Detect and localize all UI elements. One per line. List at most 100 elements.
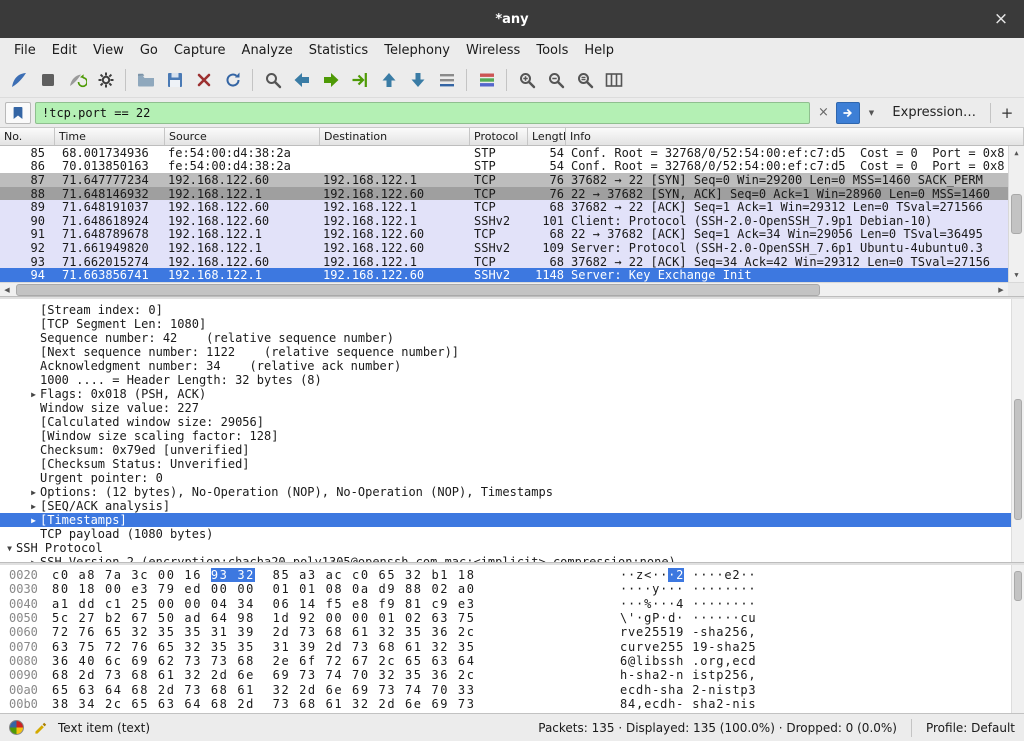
hscroll-thumb[interactable]	[16, 284, 820, 296]
menu-capture[interactable]: Capture	[166, 40, 234, 61]
menu-telephony[interactable]: Telephony	[376, 40, 458, 61]
detail-line[interactable]: [Next sequence number: 1122 (relative se…	[0, 345, 1024, 359]
packet-list-hscrollbar[interactable]: ◀ ▶	[0, 282, 1024, 296]
hex-bytes[interactable]: a1 dd c1 25 00 00 04 34 06 14 f5 e8 f9 8…	[52, 597, 492, 611]
detail-line-flags[interactable]: Flags: 0x018 (PSH, ACK)	[0, 387, 1024, 401]
go-to-packet-button[interactable]	[345, 65, 374, 94]
detail-line[interactable]: [Calculated window size: 29056]	[0, 415, 1024, 429]
detail-line[interactable]: 1000 .... = Header Length: 32 bytes (8)	[0, 373, 1024, 387]
detail-line[interactable]: Window size value: 227	[0, 401, 1024, 415]
hex-ascii[interactable]: h-sha2-n istp256,	[620, 668, 756, 682]
hex-ascii[interactable]: 84,ecdh- sha2-nis	[620, 697, 756, 711]
hex-bytes[interactable]: 63 75 72 76 65 32 35 35 31 39 2d 73 68 6…	[52, 640, 492, 654]
detail-line-ssh-protocol[interactable]: SSH Protocol	[0, 541, 1024, 555]
hex-row[interactable]: 0040a1 dd c1 25 00 00 04 34 06 14 f5 e8 …	[0, 597, 1024, 611]
expression-button[interactable]: Expression…	[882, 105, 986, 120]
packet-row-85[interactable]: 8568.001734936fe:54:00:d4:38:2aSTP54Conf…	[0, 146, 1008, 160]
hex-bytes[interactable]: 5c 27 b2 67 50 ad 64 98 1d 92 00 00 01 0…	[52, 611, 492, 625]
scroll-down-arrow-icon[interactable]: ▼	[1009, 268, 1024, 282]
packet-row-94-selected[interactable]: 9471.663856741192.168.122.1192.168.122.6…	[0, 268, 1008, 282]
packet-row-92[interactable]: 9271.661949820192.168.122.1192.168.122.6…	[0, 241, 1008, 255]
hex-row[interactable]: 00505c 27 b2 67 50 ad 64 98 1d 92 00 00 …	[0, 611, 1024, 625]
go-last-packet-button[interactable]	[403, 65, 432, 94]
open-file-button[interactable]	[131, 65, 160, 94]
colorize-button[interactable]	[472, 65, 501, 94]
col-header-source[interactable]: Source	[165, 128, 320, 145]
packet-list-vscrollbar[interactable]: ▲ ▼	[1008, 146, 1024, 282]
detail-line[interactable]: Sequence number: 42 (relative sequence n…	[0, 331, 1024, 345]
col-header-protocol[interactable]: Protocol	[470, 128, 528, 145]
hex-bytes[interactable]: 36 40 6c 69 62 73 73 68 2e 6f 72 67 2c 6…	[52, 654, 492, 668]
start-capture-button[interactable]	[4, 65, 33, 94]
collapsed-arrow-icon[interactable]	[27, 502, 40, 511]
col-header-length[interactable]: Length	[528, 128, 566, 145]
detail-line-options[interactable]: Options: (12 bytes), No-Operation (NOP),…	[0, 485, 1024, 499]
capture-options-button[interactable]	[91, 65, 120, 94]
detail-line[interactable]: [TCP Segment Len: 1080]	[0, 317, 1024, 331]
vscroll-thumb[interactable]	[1011, 194, 1022, 234]
display-filter-input[interactable]	[35, 102, 810, 124]
col-header-no[interactable]: No.	[0, 128, 55, 145]
hex-row[interactable]: 00b038 34 2c 65 63 64 68 2d 73 68 61 32 …	[0, 697, 1024, 711]
hex-ascii[interactable]: ··z<···2 ····e2··	[620, 568, 756, 582]
title-bar[interactable]: *any ×	[0, 0, 1024, 38]
expanded-arrow-icon[interactable]	[3, 544, 16, 553]
hex-bytes[interactable]: 80 18 00 e3 79 ed 00 00 01 01 08 0a d9 8…	[52, 582, 492, 596]
hex-bytes[interactable]: c0 a8 7a 3c 00 16 93 32 85 a3 ac c0 65 3…	[52, 568, 492, 582]
filter-apply-button[interactable]	[836, 102, 860, 124]
collapsed-arrow-icon[interactable]	[27, 390, 40, 399]
collapsed-arrow-icon[interactable]	[27, 558, 40, 563]
detail-line[interactable]: [Checksum Status: Unverified]	[0, 457, 1024, 471]
col-header-destination[interactable]: Destination	[320, 128, 470, 145]
collapsed-arrow-icon[interactable]	[27, 516, 40, 525]
hex-ascii[interactable]: 6@libssh .org,ecd	[620, 654, 756, 668]
close-file-button[interactable]	[189, 65, 218, 94]
scroll-right-arrow-icon[interactable]: ▶	[994, 286, 1008, 294]
menu-edit[interactable]: Edit	[44, 40, 85, 61]
hex-ascii[interactable]: curve255 19-sha25	[620, 640, 756, 654]
menu-file[interactable]: File	[6, 40, 44, 61]
details-scroll-thumb[interactable]	[1014, 399, 1022, 520]
detail-line-timestamps-selected[interactable]: [Timestamps]	[0, 513, 1024, 527]
go-first-packet-button[interactable]	[374, 65, 403, 94]
zoom-original-button[interactable]	[570, 65, 599, 94]
go-back-button[interactable]	[287, 65, 316, 94]
packet-row-89[interactable]: 8971.648191037192.168.122.60192.168.122.…	[0, 200, 1008, 214]
hex-bytes[interactable]: 72 76 65 32 35 35 31 39 2d 73 68 61 32 3…	[52, 625, 492, 639]
menu-go[interactable]: Go	[132, 40, 166, 61]
hex-bytes[interactable]: 38 34 2c 65 63 64 68 2d 73 68 61 32 2d 6…	[52, 697, 492, 711]
save-file-button[interactable]	[160, 65, 189, 94]
pencil-icon[interactable]	[33, 720, 49, 736]
detail-line[interactable]: Checksum: 0x79ed [unverified]	[0, 443, 1024, 457]
go-forward-button[interactable]	[316, 65, 345, 94]
detail-line[interactable]: Acknowledgment number: 34 (relative ack …	[0, 359, 1024, 373]
menu-analyze[interactable]: Analyze	[234, 40, 301, 61]
menu-statistics[interactable]: Statistics	[301, 40, 376, 61]
window-close-button[interactable]: ×	[990, 8, 1012, 30]
packet-row-88[interactable]: 8871.648146932192.168.122.1192.168.122.6…	[0, 187, 1008, 201]
hex-ascii[interactable]: \'·gP·d· ······cu	[620, 611, 756, 625]
scroll-left-arrow-icon[interactable]: ◀	[0, 286, 14, 294]
col-header-info[interactable]: Info	[566, 128, 1024, 145]
hex-ascii[interactable]: rve25519 -sha256,	[620, 625, 756, 639]
hex-row[interactable]: 003080 18 00 e3 79 ed 00 00 01 01 08 0a …	[0, 582, 1024, 596]
detail-line-ssh-version[interactable]: SSH Version 2 (encryption:chacha20-poly1…	[0, 555, 1024, 562]
detail-line[interactable]: [Window size scaling factor: 128]	[0, 429, 1024, 443]
hex-ascii[interactable]: ···%···4 ········	[620, 597, 756, 611]
menu-help[interactable]: Help	[576, 40, 622, 61]
menu-tools[interactable]: Tools	[528, 40, 576, 61]
scroll-up-arrow-icon[interactable]: ▲	[1009, 146, 1024, 160]
packet-row-91[interactable]: 9171.648789678192.168.122.1192.168.122.6…	[0, 228, 1008, 242]
profile-status[interactable]: Profile: Default	[926, 721, 1015, 735]
hex-row[interactable]: 006072 76 65 32 35 35 31 39 2d 73 68 61 …	[0, 625, 1024, 639]
hex-row[interactable]: 0020c0 a8 7a 3c 00 16 93 32 85 a3 ac c0 …	[0, 568, 1024, 582]
detail-line[interactable]: Urgent pointer: 0	[0, 471, 1024, 485]
find-packet-button[interactable]	[258, 65, 287, 94]
filter-bookmark-button[interactable]	[5, 102, 31, 124]
stop-capture-button[interactable]	[33, 65, 62, 94]
menu-wireless[interactable]: Wireless	[458, 40, 528, 61]
hex-row[interactable]: 009068 2d 73 68 61 32 2d 6e 69 73 74 70 …	[0, 668, 1024, 682]
hex-row[interactable]: 008036 40 6c 69 62 73 73 68 2e 6f 72 67 …	[0, 654, 1024, 668]
col-header-time[interactable]: Time	[55, 128, 165, 145]
hex-row[interactable]: 007063 75 72 76 65 32 35 35 31 39 2d 73 …	[0, 639, 1024, 653]
